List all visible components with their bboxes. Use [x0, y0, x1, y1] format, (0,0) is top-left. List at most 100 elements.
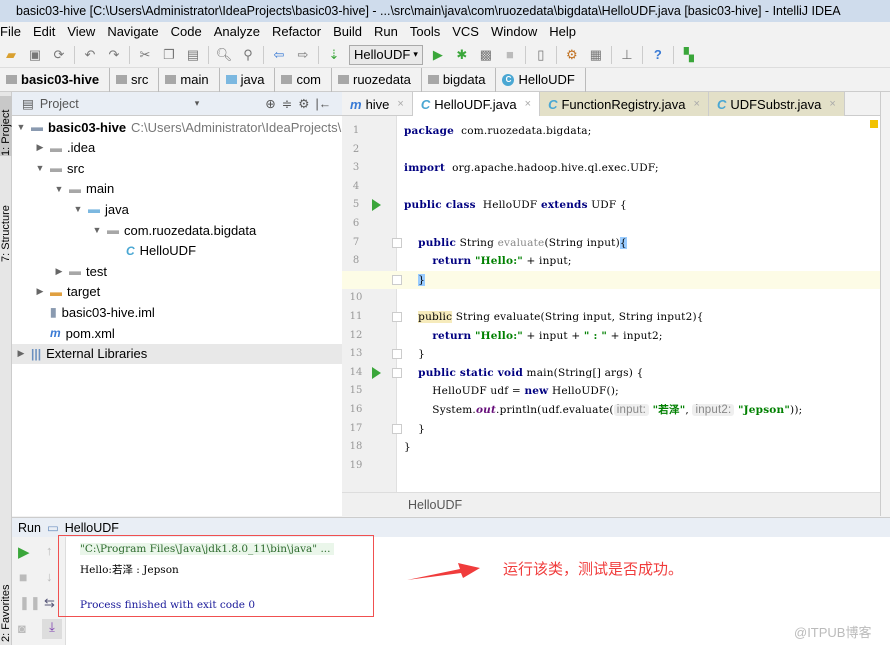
editor-tab[interactable]: m hive ×: [342, 92, 413, 116]
rerun-icon[interactable]: ▶: [18, 543, 30, 561]
run-gutter-icon[interactable]: [372, 199, 381, 212]
tree-item[interactable]: ▼ ▬ java: [12, 199, 342, 219]
chevron-down-icon[interactable]: ▼: [35, 163, 45, 173]
menu-window[interactable]: Window: [485, 22, 543, 42]
run-config-dropdown[interactable]: HelloUDF ▾: [349, 44, 423, 65]
tab-structure[interactable]: 7: Structure: [0, 192, 12, 262]
chevron-down-icon[interactable]: ▾: [195, 98, 200, 109]
tree-item[interactable]: ▼ ▬ src: [12, 158, 342, 178]
find-icon[interactable]: 🔍︎: [215, 46, 233, 64]
menu-help[interactable]: Help: [543, 22, 582, 42]
editor-tab[interactable]: C UDFSubstr.java ×: [708, 92, 845, 116]
breadcrumb-item[interactable]: com: [275, 67, 332, 92]
chevron-right-icon[interactable]: ▶: [35, 286, 45, 297]
chevron-down-icon[interactable]: ▼: [54, 184, 64, 194]
tree-item[interactable]: ▶ ▬ .idea: [12, 138, 342, 158]
editor-tab[interactable]: C FunctionRegistry.java ×: [540, 92, 709, 116]
breadcrumb-item[interactable]: bigdata: [422, 67, 497, 92]
cut-icon[interactable]: ✂: [136, 46, 154, 64]
breadcrumb-item[interactable]: basic03-hive: [0, 67, 111, 92]
back-icon[interactable]: ⇦: [270, 46, 288, 64]
chevron-right-icon[interactable]: ▶: [35, 142, 45, 153]
coverage-icon[interactable]: ▩: [477, 46, 495, 64]
breadcrumb-item[interactable]: C HelloUDF: [496, 67, 586, 92]
camera-icon[interactable]: ◙: [18, 621, 26, 636]
code-editor[interactable]: 12345678910111213141516171819 package co…: [342, 116, 880, 492]
menu-analyze[interactable]: Analyze: [208, 22, 266, 42]
redo-icon[interactable]: ↷: [105, 46, 123, 64]
stop-icon[interactable]: ■: [501, 46, 519, 64]
menu-refactor[interactable]: Refactor: [266, 22, 327, 42]
tab-project[interactable]: 1: Project: [0, 96, 12, 156]
tree-item[interactable]: ▼ ▬ com.ruozedata.bigdata: [12, 220, 342, 240]
breadcrumb-item[interactable]: java: [220, 67, 276, 92]
run-gutter-icon[interactable]: [372, 366, 381, 379]
replace-icon[interactable]: ⚲: [239, 46, 257, 64]
open-icon[interactable]: ▰: [2, 46, 20, 64]
close-icon[interactable]: ×: [694, 98, 700, 110]
up-icon[interactable]: ↑: [46, 543, 53, 558]
menu-code[interactable]: Code: [165, 22, 208, 42]
chevron-right-icon[interactable]: ▶: [54, 266, 64, 277]
attach-icon[interactable]: ▯: [532, 46, 550, 64]
fold-icon[interactable]: [392, 367, 402, 378]
plugin-icon[interactable]: ▚: [680, 46, 698, 64]
breadcrumb-item[interactable]: main: [159, 67, 220, 92]
chevron-down-icon[interactable]: ▼: [92, 225, 102, 235]
build-icon[interactable]: ⇣: [325, 46, 343, 64]
chevron-right-icon[interactable]: ▶: [16, 348, 26, 359]
breadcrumb-item[interactable]: src: [110, 67, 160, 92]
tree-item[interactable]: C HelloUDF: [12, 241, 342, 261]
close-icon[interactable]: ×: [525, 98, 531, 110]
fold-icon[interactable]: [392, 423, 402, 434]
run-tab[interactable]: HelloUDF: [65, 521, 119, 535]
collapse-icon[interactable]: ≑: [282, 96, 292, 111]
fold-icon[interactable]: [392, 312, 402, 322]
close-icon[interactable]: ×: [397, 98, 403, 110]
menu-run[interactable]: Run: [368, 22, 404, 42]
chevron-down-icon[interactable]: ▼: [73, 204, 83, 214]
project-view-selector[interactable]: Project: [40, 97, 79, 111]
settings-icon[interactable]: ⚙: [563, 46, 581, 64]
sync-icon[interactable]: ⟳: [50, 46, 68, 64]
paste-icon[interactable]: ▤: [184, 46, 202, 64]
chevron-down-icon[interactable]: ▼: [16, 122, 26, 132]
copy-icon[interactable]: ❐: [160, 46, 178, 64]
scroll-to-end-icon[interactable]: ⤓: [42, 619, 62, 639]
fold-icon[interactable]: [392, 274, 402, 285]
stop-icon[interactable]: ■: [19, 569, 27, 585]
soft-wrap-icon[interactable]: ⇆: [44, 595, 55, 611]
menu-build[interactable]: Build: [327, 22, 368, 42]
forward-icon[interactable]: ⇨: [294, 46, 312, 64]
undo-icon[interactable]: ↶: [81, 46, 99, 64]
tree-item[interactable]: ▶ ▬ test: [12, 261, 342, 281]
locate-icon[interactable]: ⊕: [265, 96, 275, 111]
tree-item[interactable]: ▮ basic03-hive.iml: [12, 302, 342, 322]
menu-edit[interactable]: Edit: [27, 22, 61, 42]
fold-icon[interactable]: [392, 237, 402, 248]
debug-icon[interactable]: ✱: [453, 46, 471, 64]
menu-vcs[interactable]: VCS: [446, 22, 485, 42]
breadcrumb-item[interactable]: ruozedata: [332, 67, 422, 92]
sdk-icon[interactable]: ⊥: [618, 46, 636, 64]
menu-tools[interactable]: Tools: [404, 22, 446, 42]
run-icon[interactable]: ▶: [429, 46, 447, 64]
gear-icon[interactable]: ⚙: [298, 96, 309, 111]
tree-item[interactable]: ▼ ▬ basic03-hive C:\Users\Administrator\Ide…: [12, 117, 342, 137]
save-icon[interactable]: ▣: [26, 46, 44, 64]
tree-item[interactable]: m pom.xml: [12, 323, 342, 343]
tree-item[interactable]: ▶ ▬ target: [12, 282, 342, 302]
editor-tab[interactable]: C HelloUDF.java ×: [412, 92, 541, 116]
menu-view[interactable]: View: [61, 22, 101, 42]
tree-item[interactable]: ▼ ▬ main: [12, 179, 342, 199]
down-icon[interactable]: ↓: [46, 569, 53, 584]
tab-favorites[interactable]: 2: Favorites: [0, 572, 12, 642]
fold-icon[interactable]: [392, 349, 402, 360]
hide-icon[interactable]: |←: [315, 97, 331, 111]
help-icon[interactable]: ?: [649, 46, 667, 64]
menu-navigate[interactable]: Navigate: [101, 22, 164, 42]
tree-item[interactable]: ▶ ||| External Libraries: [12, 343, 342, 364]
project-structure-icon[interactable]: ▦: [587, 46, 605, 64]
menu-file[interactable]: File: [0, 22, 27, 42]
close-icon[interactable]: ×: [829, 98, 835, 110]
